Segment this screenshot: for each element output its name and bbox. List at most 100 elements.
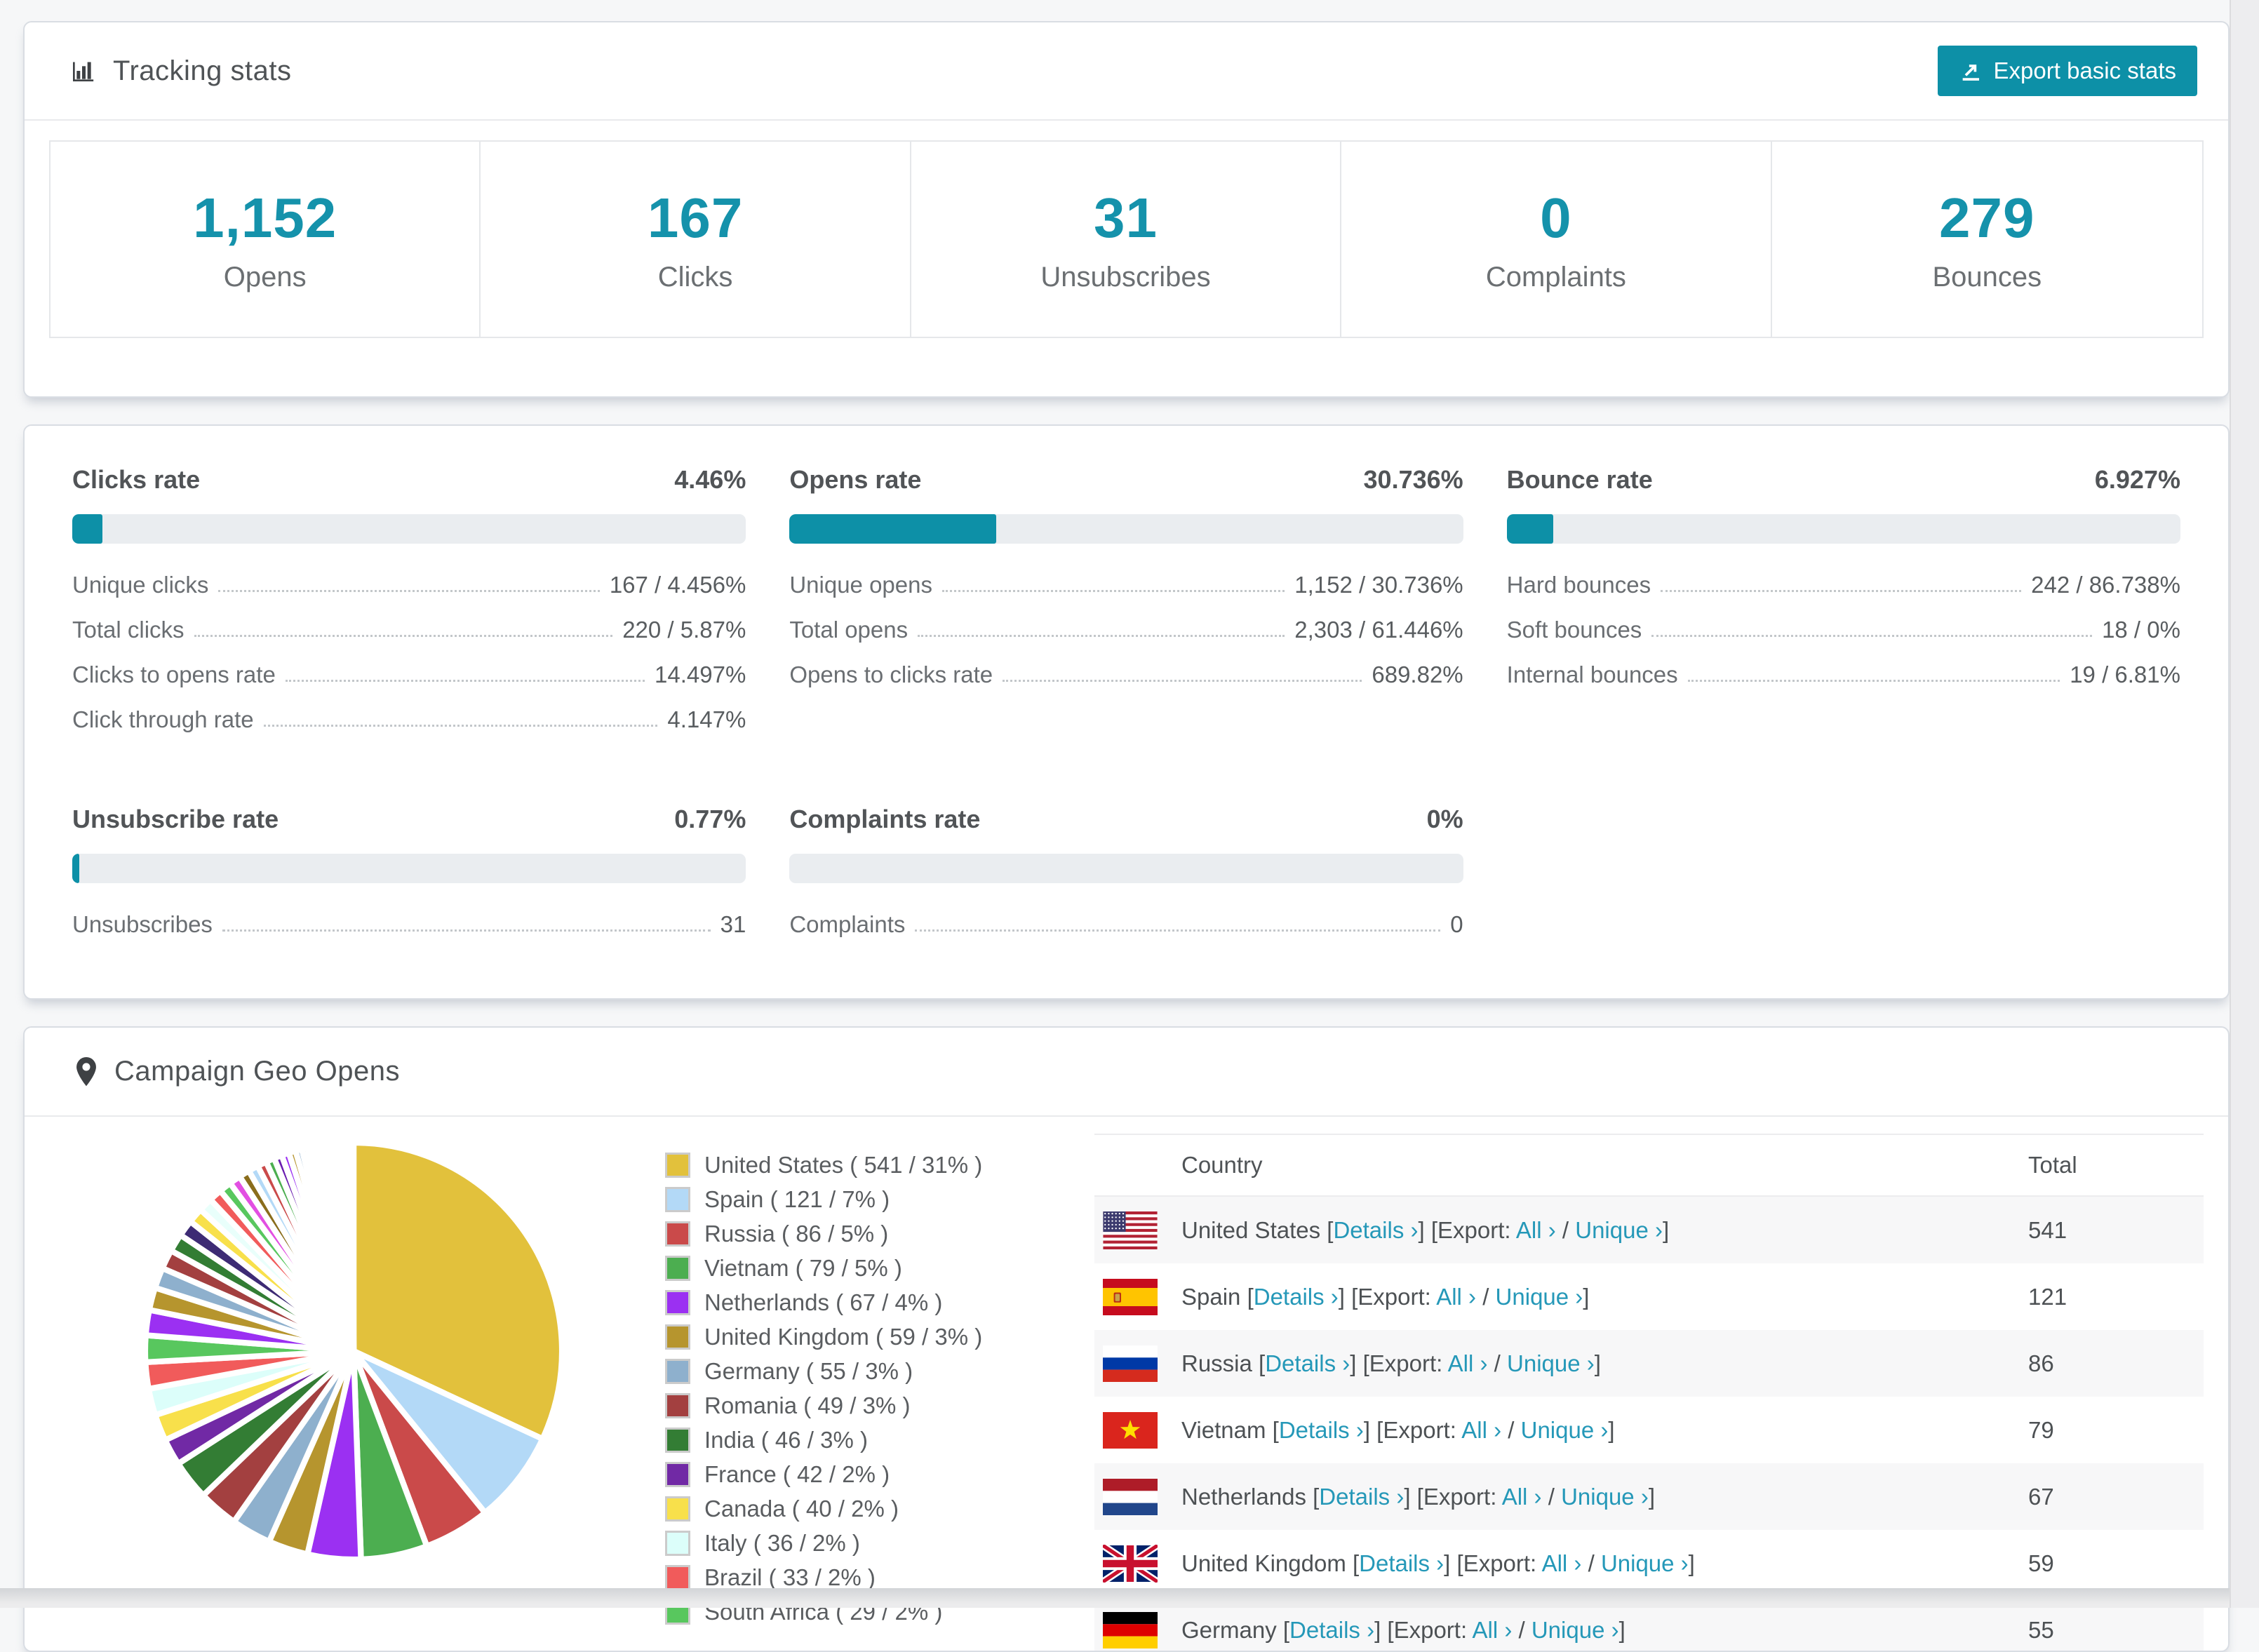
- details-link-spain[interactable]: Details ›: [1254, 1284, 1339, 1310]
- export-unique-link-united-kingdom[interactable]: Unique ›: [1601, 1550, 1689, 1576]
- progress-fill: [789, 514, 996, 544]
- rates-grid: Clicks rate4.46% Unique clicks167 / 4.456…: [72, 465, 2180, 956]
- legend-item-brazil[interactable]: Brazil ( 33 / 2% ): [665, 1564, 1044, 1591]
- legend-label: United Kingdom ( 59 / 3% ): [704, 1324, 982, 1350]
- stat-value: 0: [1540, 186, 1572, 250]
- rate-row-label: Opens to clicks rate: [789, 662, 993, 688]
- rate-row-label: Click through rate: [72, 706, 254, 733]
- legend-label: United States ( 541 / 31% ): [704, 1152, 982, 1178]
- rate-row: Complaints0: [789, 911, 1463, 938]
- legend-item-united-states[interactable]: United States ( 541 / 31% ): [665, 1152, 1044, 1178]
- rate-title: Bounce rate: [1507, 465, 1653, 495]
- legend-item-india[interactable]: India ( 46 / 3% ): [665, 1427, 1044, 1453]
- legend-item-vietnam[interactable]: Vietnam ( 79 / 5% ): [665, 1255, 1044, 1282]
- legend-item-united-kingdom[interactable]: United Kingdom ( 59 / 3% ): [665, 1324, 1044, 1350]
- export-all-link-vietnam[interactable]: All ›: [1461, 1417, 1501, 1443]
- legend-item-canada[interactable]: Canada ( 40 / 2% ): [665, 1496, 1044, 1522]
- geo-table-header: Country Total: [1094, 1135, 2204, 1197]
- rate-rows: Unique clicks167 / 4.456%Total clicks220…: [72, 572, 746, 733]
- table-row-netherlands: Netherlands [Details ›] [Export: All › /…: [1094, 1463, 2204, 1530]
- flag-icon-vn: [1103, 1411, 1158, 1449]
- rate-block-opens-rate: Opens rate30.736%Unique opens1,152 / 30.…: [789, 465, 1463, 751]
- summary-stats: 1,152Opens167Clicks31Unsubscribes0Compla…: [49, 140, 2204, 338]
- rate-title: Unsubscribe rate: [72, 805, 279, 834]
- legend-color-chip: [665, 1324, 690, 1350]
- export-all-link-spain[interactable]: All ›: [1436, 1284, 1476, 1310]
- legend-color-chip: [665, 1531, 690, 1556]
- export-basic-stats-button[interactable]: Export basic stats: [1938, 46, 2197, 96]
- details-link-united-kingdom[interactable]: Details ›: [1359, 1550, 1444, 1576]
- details-link-vietnam[interactable]: Details ›: [1279, 1417, 1364, 1443]
- geo-title: Campaign Geo Opens: [114, 1056, 400, 1087]
- legend-item-italy[interactable]: Italy ( 36 / 2% ): [665, 1530, 1044, 1557]
- table-row-united-kingdom: United Kingdom [Details ›] [Export: All …: [1094, 1530, 2204, 1597]
- details-link-united-states[interactable]: Details ›: [1333, 1217, 1418, 1243]
- export-unique-link-netherlands[interactable]: Unique ›: [1561, 1484, 1649, 1510]
- export-unique-link-united-states[interactable]: Unique ›: [1575, 1217, 1663, 1243]
- total-cell: 79: [2028, 1417, 2204, 1444]
- rate-title: Clicks rate: [72, 465, 200, 495]
- country-cell: Germany [Details ›] [Export: All › / Uni…: [1181, 1617, 2028, 1644]
- total-cell: 121: [2028, 1284, 2204, 1310]
- rate-row: Hard bounces242 / 86.738%: [1507, 572, 2180, 598]
- legend-label: Romania ( 49 / 3% ): [704, 1392, 910, 1419]
- export-unique-link-germany[interactable]: Unique ›: [1531, 1617, 1619, 1643]
- legend-item-romania[interactable]: Romania ( 49 / 3% ): [665, 1392, 1044, 1419]
- dotted-leader: [264, 725, 658, 727]
- rate-title-row: Clicks rate4.46%: [72, 465, 746, 495]
- legend-item-netherlands[interactable]: Netherlands ( 67 / 4% ): [665, 1289, 1044, 1316]
- bar-chart-icon: [69, 57, 98, 85]
- rate-title: Opens rate: [789, 465, 921, 495]
- rate-row: Unsubscribes31: [72, 911, 746, 938]
- geo-table: Country Total United States [Details ›] …: [1094, 1134, 2204, 1652]
- rate-row-value: 14.497%: [655, 662, 746, 688]
- export-all-link-germany[interactable]: All ›: [1472, 1617, 1512, 1643]
- export-unique-link-vietnam[interactable]: Unique ›: [1521, 1417, 1609, 1443]
- rate-block-bounce-rate: Bounce rate 6.927% Hard bounces242 / 86.73…: [1507, 465, 2180, 751]
- legend-item-france[interactable]: France ( 42 / 2% ): [665, 1461, 1044, 1488]
- stat-label: Complaints: [1486, 262, 1626, 293]
- stat-label: Unsubscribes: [1040, 262, 1210, 293]
- dotted-leader: [1661, 590, 2021, 592]
- rate-row: Internal bounces19 / 6.81%: [1507, 662, 2180, 688]
- total-cell: 59: [2028, 1550, 2204, 1577]
- progress-track: [789, 854, 1463, 883]
- rate-rows: Hard bounces242 / 86.738%Soft bounces18 …: [1507, 572, 2180, 688]
- legend-item-russia[interactable]: Russia ( 86 / 5% ): [665, 1221, 1044, 1247]
- tracking-stats-card: Tracking stats Export basic stats 1,152O…: [23, 21, 2230, 398]
- rate-rows: Complaints0: [789, 911, 1463, 938]
- rate-block-complaints-rate: Complaints rate0%Complaints0: [789, 805, 1463, 956]
- country-cell: Netherlands [Details ›] [Export: All › /…: [1181, 1484, 2028, 1510]
- export-unique-link-spain[interactable]: Unique ›: [1496, 1284, 1583, 1310]
- export-all-link-united-states[interactable]: All ›: [1516, 1217, 1556, 1243]
- rate-value: 30.736%: [1364, 465, 1463, 495]
- rate-value: 6.927%: [2095, 465, 2180, 495]
- summary-stat-clicks: 167Clicks: [481, 142, 911, 337]
- flag-icon-us: [1103, 1211, 1158, 1249]
- export-all-link-netherlands[interactable]: All ›: [1502, 1484, 1542, 1510]
- details-link-russia[interactable]: Details ›: [1265, 1350, 1350, 1376]
- details-link-netherlands[interactable]: Details ›: [1319, 1484, 1404, 1510]
- legend-label: Netherlands ( 67 / 4% ): [704, 1289, 942, 1316]
- export-all-link-united-kingdom[interactable]: All ›: [1542, 1550, 1582, 1576]
- rate-row-label: Internal bounces: [1507, 662, 1678, 688]
- legend-item-spain[interactable]: Spain ( 121 / 7% ): [665, 1186, 1044, 1213]
- rate-title: Complaints rate: [789, 805, 980, 834]
- flag-icon-de: [1103, 1611, 1158, 1649]
- rate-title-row: Unsubscribe rate0.77%: [72, 805, 746, 834]
- dotted-leader: [286, 680, 645, 682]
- rate-row-label: Total clicks: [72, 617, 185, 643]
- legend-label: Canada ( 40 / 2% ): [704, 1496, 899, 1522]
- rate-row-value: 242 / 86.738%: [2031, 572, 2180, 598]
- legend-item-germany[interactable]: Germany ( 55 / 3% ): [665, 1358, 1044, 1385]
- scrollbar-track[interactable]: [2230, 0, 2259, 1608]
- rate-row-value: 18 / 0%: [2102, 617, 2180, 643]
- dotted-leader: [1651, 635, 2092, 637]
- details-link-germany[interactable]: Details ›: [1289, 1617, 1374, 1643]
- legend-color-chip: [665, 1221, 690, 1247]
- export-all-link-russia[interactable]: All ›: [1448, 1350, 1488, 1376]
- rate-row: Total clicks220 / 5.87%: [72, 617, 746, 643]
- legend-color-chip: [665, 1565, 690, 1590]
- table-row-united-states: United States [Details ›] [Export: All ›…: [1094, 1197, 2204, 1263]
- export-unique-link-russia[interactable]: Unique ›: [1507, 1350, 1595, 1376]
